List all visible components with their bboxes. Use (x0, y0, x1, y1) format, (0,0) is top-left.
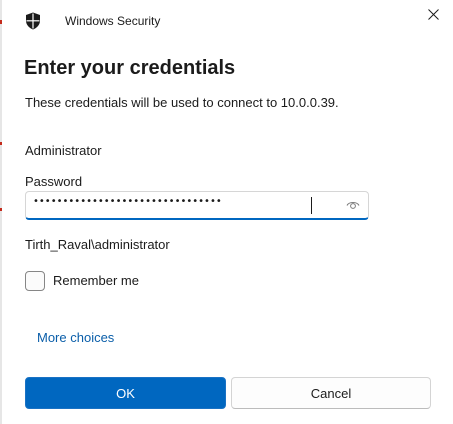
title-bar: Windows Security (0, 0, 453, 42)
edge-mark (0, 208, 2, 211)
password-label: Password (25, 174, 83, 189)
remember-me-checkbox[interactable] (25, 271, 45, 291)
shield-icon (26, 12, 40, 30)
credentials-dialog: Windows Security Enter your credentials … (0, 0, 453, 424)
eye-icon[interactable] (346, 199, 360, 211)
background-window-edge (0, 0, 2, 424)
password-value: •••••••••••••••••••••••••••••••• (33, 196, 222, 207)
close-icon (427, 8, 439, 20)
username-text: Administrator (25, 143, 102, 158)
text-caret (311, 197, 312, 214)
more-choices-link[interactable]: More choices (37, 330, 114, 345)
window-title: Windows Security (65, 14, 161, 28)
dialog-description: These credentials will be used to connec… (25, 95, 339, 110)
ok-button[interactable]: OK (25, 377, 226, 409)
password-field[interactable]: •••••••••••••••••••••••••••••••• (25, 191, 369, 220)
edge-mark (0, 142, 2, 145)
dialog-heading: Enter your credentials (24, 57, 236, 79)
remember-me-label[interactable]: Remember me (53, 273, 139, 288)
close-button[interactable] (418, 0, 448, 28)
cancel-button[interactable]: Cancel (231, 377, 431, 409)
account-name: Tirth_Raval\administrator (25, 237, 170, 252)
